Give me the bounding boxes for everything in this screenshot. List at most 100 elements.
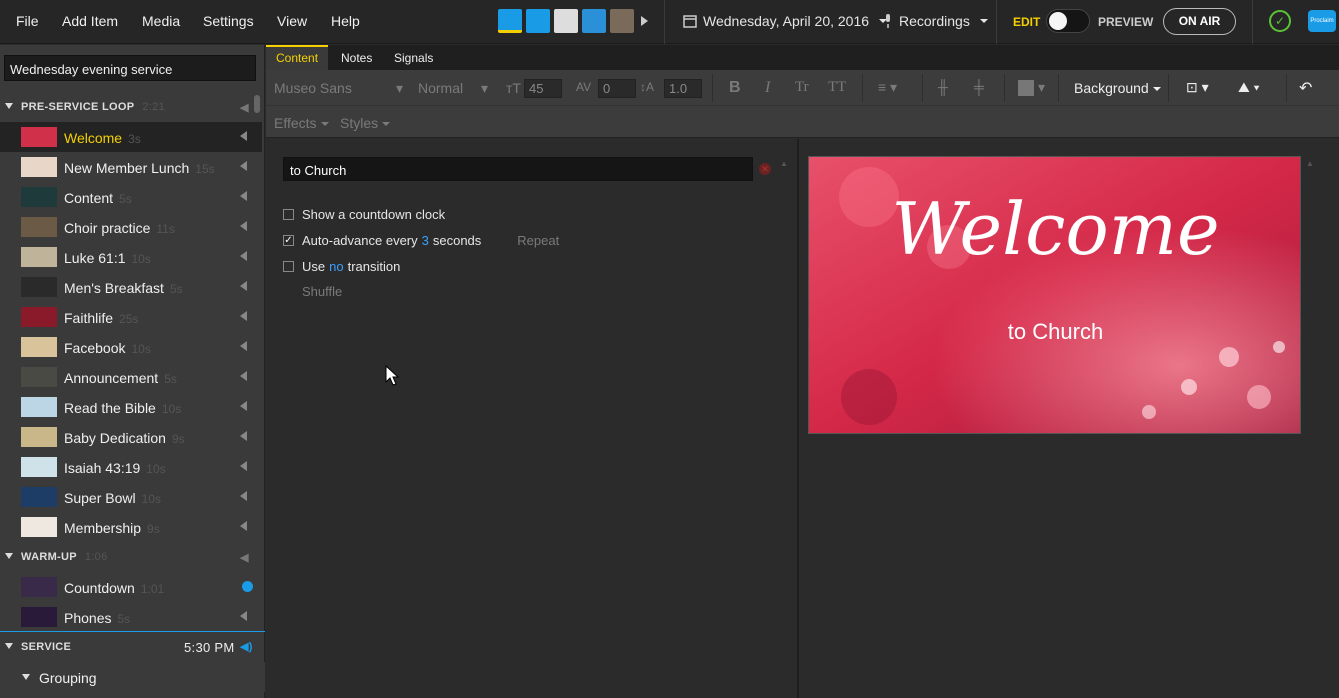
uppercase-icon[interactable]: TT bbox=[828, 79, 846, 96]
list-item[interactable]: Facebook 10s bbox=[0, 332, 262, 362]
countdown-checkbox[interactable] bbox=[283, 209, 294, 220]
tab-notes[interactable]: Notes bbox=[331, 45, 382, 70]
effects-menu[interactable]: Effects bbox=[274, 115, 329, 131]
speaker-icon[interactable] bbox=[240, 521, 247, 531]
line-height-stepper[interactable]: 1.0 bbox=[664, 79, 702, 98]
tab-signals[interactable]: Signals bbox=[384, 45, 443, 70]
sync-status-icon[interactable]: ✓ bbox=[1269, 10, 1291, 32]
menu-file[interactable]: File bbox=[16, 13, 39, 29]
bold-icon[interactable]: B bbox=[729, 79, 741, 97]
speaker-icon[interactable] bbox=[240, 161, 247, 171]
list-item[interactable]: Super Bowl 10s bbox=[0, 482, 262, 512]
menu-settings[interactable]: Settings bbox=[203, 13, 254, 29]
clear-text-icon[interactable]: ✕ bbox=[759, 163, 771, 175]
speaker-icon[interactable] bbox=[240, 311, 247, 321]
menu-media[interactable]: Media bbox=[142, 13, 180, 29]
auto-advance-checkbox[interactable]: ✓ bbox=[283, 235, 294, 246]
play-icon[interactable] bbox=[242, 581, 253, 592]
list-item[interactable]: Isaiah 43:19 10s bbox=[0, 452, 262, 482]
auto-advance-option[interactable]: ✓ Auto-advance every 3 seconds Repeat bbox=[283, 233, 559, 248]
speaker-icon[interactable] bbox=[240, 461, 247, 471]
menu-view[interactable]: View bbox=[277, 13, 307, 29]
presentation-name-field[interactable]: Wednesday evening service bbox=[4, 55, 256, 81]
date-selector[interactable]: Wednesday, April 20, 2016 bbox=[683, 13, 888, 29]
auto-advance-seconds[interactable]: 3 bbox=[422, 233, 429, 248]
shuffle-option[interactable]: Shuffle bbox=[302, 284, 342, 299]
countdown-option[interactable]: Show a countdown clock bbox=[283, 207, 445, 222]
list-item[interactable]: Phones 5s bbox=[0, 602, 262, 632]
speaker-icon[interactable] bbox=[240, 191, 247, 201]
font-weight-select[interactable]: Normal bbox=[418, 80, 463, 96]
user-avatar[interactable] bbox=[582, 9, 606, 33]
speaker-icon[interactable] bbox=[240, 491, 247, 501]
list-item[interactable]: Men's Breakfast 5s bbox=[0, 272, 262, 302]
transition-option[interactable]: Use no transition bbox=[283, 259, 400, 274]
user-avatar[interactable] bbox=[554, 9, 578, 33]
chevron-down-icon[interactable]: ▾ bbox=[481, 80, 488, 97]
list-item[interactable]: Countdown 1:01 bbox=[0, 572, 262, 602]
slide-text-field[interactable]: to Church bbox=[283, 157, 753, 181]
speaker-icon[interactable] bbox=[240, 281, 247, 291]
menu-add-item[interactable]: Add Item bbox=[62, 13, 118, 29]
italic-icon[interactable]: I bbox=[765, 79, 770, 97]
case-icon[interactable]: Tr bbox=[795, 79, 809, 96]
list-item[interactable]: Membership 9s bbox=[0, 512, 262, 542]
transition-type[interactable]: no bbox=[329, 259, 343, 274]
undo-icon[interactable]: ↶ bbox=[1299, 78, 1312, 98]
font-select[interactable]: Museo Sans bbox=[274, 80, 352, 96]
speaker-icon[interactable] bbox=[240, 371, 247, 381]
speaker-icon[interactable] bbox=[240, 221, 247, 231]
list-item[interactable]: Read the Bible 10s bbox=[0, 392, 262, 422]
styles-menu[interactable]: Styles bbox=[340, 115, 391, 131]
letter-spacing-stepper[interactable]: 0 bbox=[598, 79, 636, 98]
transition-checkbox[interactable] bbox=[283, 261, 294, 272]
align-icon[interactable]: ≡ ▾ bbox=[878, 79, 897, 96]
list-item[interactable]: New Member Lunch 15s bbox=[0, 152, 262, 182]
user-avatar[interactable] bbox=[526, 9, 550, 33]
collapse-icon[interactable] bbox=[5, 553, 13, 559]
background-menu[interactable]: Background bbox=[1074, 80, 1161, 96]
chevron-down-icon[interactable]: ▾ bbox=[1038, 79, 1045, 96]
list-item[interactable]: Luke 61:1 10s bbox=[0, 242, 262, 272]
section-pre-service-loop[interactable]: PRE-SERVICE LOOP 2:21 ◀ bbox=[0, 92, 265, 122]
image-icon[interactable]: ⛰ ▾ bbox=[1238, 79, 1260, 96]
list-item[interactable]: Baby Dedication 9s bbox=[0, 422, 262, 452]
menu-help[interactable]: Help bbox=[331, 13, 360, 29]
grouping-row[interactable]: Grouping bbox=[0, 662, 265, 692]
speaker-active-icon[interactable]: ◀) bbox=[240, 640, 253, 653]
recordings-menu[interactable]: Recordings bbox=[883, 13, 988, 29]
speaker-icon[interactable] bbox=[240, 251, 247, 261]
list-item[interactable]: Announcement 5s bbox=[0, 362, 262, 392]
speaker-icon[interactable] bbox=[240, 611, 247, 621]
font-size-stepper[interactable]: 45 bbox=[524, 79, 562, 98]
scroll-up-icon[interactable]: ▲ bbox=[1306, 159, 1314, 168]
speaker-icon[interactable] bbox=[240, 131, 247, 141]
slide-preview[interactable]: Welcome to Church bbox=[808, 156, 1301, 434]
speaker-icon[interactable] bbox=[240, 431, 247, 441]
user-avatar[interactable] bbox=[498, 9, 522, 33]
chevron-down-icon[interactable]: ▾ bbox=[396, 80, 403, 97]
collapse-icon[interactable] bbox=[22, 674, 30, 680]
section-warm-up[interactable]: WARM-UP 1:06 ◀ bbox=[0, 542, 265, 572]
speaker-icon[interactable] bbox=[240, 341, 247, 351]
speaker-icon[interactable]: ◀ bbox=[240, 551, 249, 564]
vertical-align-icon[interactable]: ╫ bbox=[938, 79, 948, 95]
tab-content[interactable]: Content bbox=[266, 45, 329, 70]
collapse-icon[interactable] bbox=[5, 103, 13, 109]
list-item[interactable]: Faithlife 25s bbox=[0, 302, 262, 332]
repeat-option[interactable]: Repeat bbox=[517, 233, 559, 248]
text-box-icon[interactable]: ⊡ ▾ bbox=[1186, 79, 1209, 96]
speaker-icon[interactable] bbox=[240, 401, 247, 411]
section-service[interactable]: SERVICE 5:30 PM ◀) bbox=[0, 632, 262, 662]
list-item[interactable]: Content 5s bbox=[0, 182, 262, 212]
user-avatar[interactable] bbox=[610, 9, 634, 33]
color-swatch[interactable] bbox=[1018, 80, 1034, 96]
on-air-button[interactable]: ON AIR bbox=[1163, 8, 1236, 35]
center-align-icon[interactable]: ╪ bbox=[974, 79, 984, 95]
collapse-icon[interactable] bbox=[5, 643, 13, 649]
scroll-up-icon[interactable]: ▲ bbox=[780, 159, 788, 168]
speaker-icon[interactable]: ◀ bbox=[240, 101, 249, 114]
expand-users-icon[interactable] bbox=[638, 9, 650, 33]
list-item[interactable]: Welcome 3s bbox=[0, 122, 262, 152]
edit-preview-toggle[interactable] bbox=[1046, 9, 1090, 33]
